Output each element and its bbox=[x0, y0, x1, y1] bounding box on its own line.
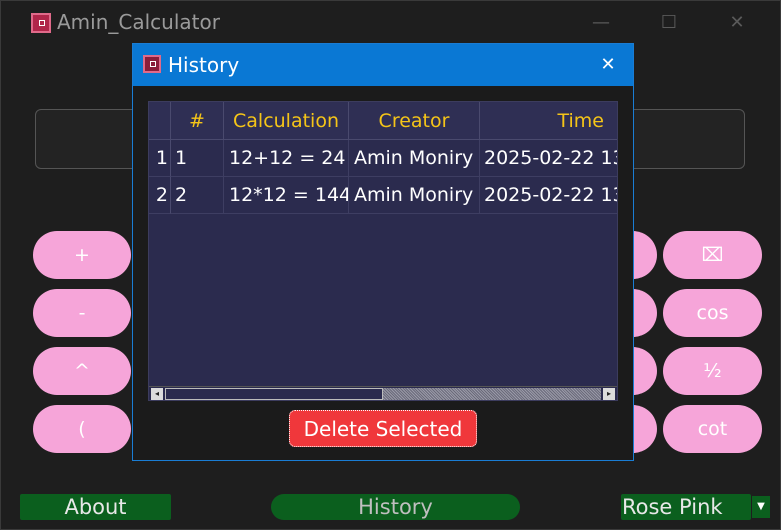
title-bar[interactable]: Amin_Calculator — ☐ ✕ bbox=[1, 1, 780, 45]
history-dialog: History ✕ # Calculation Creator Time 1 1… bbox=[132, 43, 634, 461]
row-header[interactable]: 2 bbox=[149, 177, 171, 214]
chevron-down-icon[interactable]: ▼ bbox=[752, 496, 770, 518]
table-cell[interactable]: Amin Moniry bbox=[349, 177, 480, 214]
theme-select[interactable]: Rose Pink bbox=[621, 494, 751, 520]
cot-key[interactable]: cot bbox=[663, 405, 762, 453]
table-cell[interactable]: 2 bbox=[171, 177, 224, 214]
scroll-left-icon[interactable]: ◂ bbox=[151, 388, 163, 400]
table-cell[interactable]: 12+12 = 24 bbox=[224, 140, 349, 177]
open-paren-key[interactable]: ( bbox=[33, 405, 131, 453]
column-header-creator[interactable]: Creator bbox=[349, 102, 480, 140]
table-corner[interactable] bbox=[149, 102, 171, 140]
scrollbar-track[interactable] bbox=[383, 388, 601, 400]
column-header-time[interactable]: Time bbox=[480, 102, 617, 140]
power-key[interactable]: ^ bbox=[33, 347, 131, 395]
table-cell[interactable]: 2025-02-22 13 bbox=[480, 140, 617, 177]
about-button[interactable]: About bbox=[20, 494, 171, 520]
minimize-button[interactable]: — bbox=[581, 9, 621, 37]
table-cell[interactable]: 12*12 = 144 bbox=[224, 177, 349, 214]
app-icon bbox=[31, 13, 51, 33]
app-icon bbox=[143, 55, 161, 73]
history-button[interactable]: History bbox=[271, 494, 520, 520]
table-cell[interactable]: 2025-02-22 13 bbox=[480, 177, 617, 214]
delete-selected-button[interactable]: Delete Selected bbox=[289, 410, 477, 447]
clear-key[interactable]: ⌧ bbox=[663, 231, 762, 279]
cos-key[interactable]: cos bbox=[663, 289, 762, 337]
dialog-title: History bbox=[168, 53, 240, 77]
maximize-button[interactable]: ☐ bbox=[649, 9, 689, 37]
horizontal-scrollbar[interactable]: ◂ ▸ bbox=[149, 386, 617, 400]
dialog-close-button[interactable]: ✕ bbox=[593, 52, 623, 78]
table-cell[interactable]: 1 bbox=[171, 140, 224, 177]
history-table[interactable]: # Calculation Creator Time 1 1 12+12 = 2… bbox=[148, 101, 618, 401]
minus-key[interactable]: - bbox=[33, 289, 131, 337]
close-button[interactable]: ✕ bbox=[717, 9, 757, 37]
column-header-calculation[interactable]: Calculation bbox=[224, 102, 349, 140]
column-header-number[interactable]: # bbox=[171, 102, 224, 140]
table-cell[interactable]: Amin Moniry bbox=[349, 140, 480, 177]
half-key[interactable]: ½ bbox=[663, 347, 762, 395]
plus-key[interactable]: + bbox=[33, 231, 131, 279]
scrollbar-thumb[interactable] bbox=[165, 388, 383, 400]
app-title: Amin_Calculator bbox=[57, 10, 220, 34]
dialog-title-bar[interactable]: History ✕ bbox=[133, 44, 633, 86]
scroll-right-icon[interactable]: ▸ bbox=[603, 388, 615, 400]
row-header[interactable]: 1 bbox=[149, 140, 171, 177]
